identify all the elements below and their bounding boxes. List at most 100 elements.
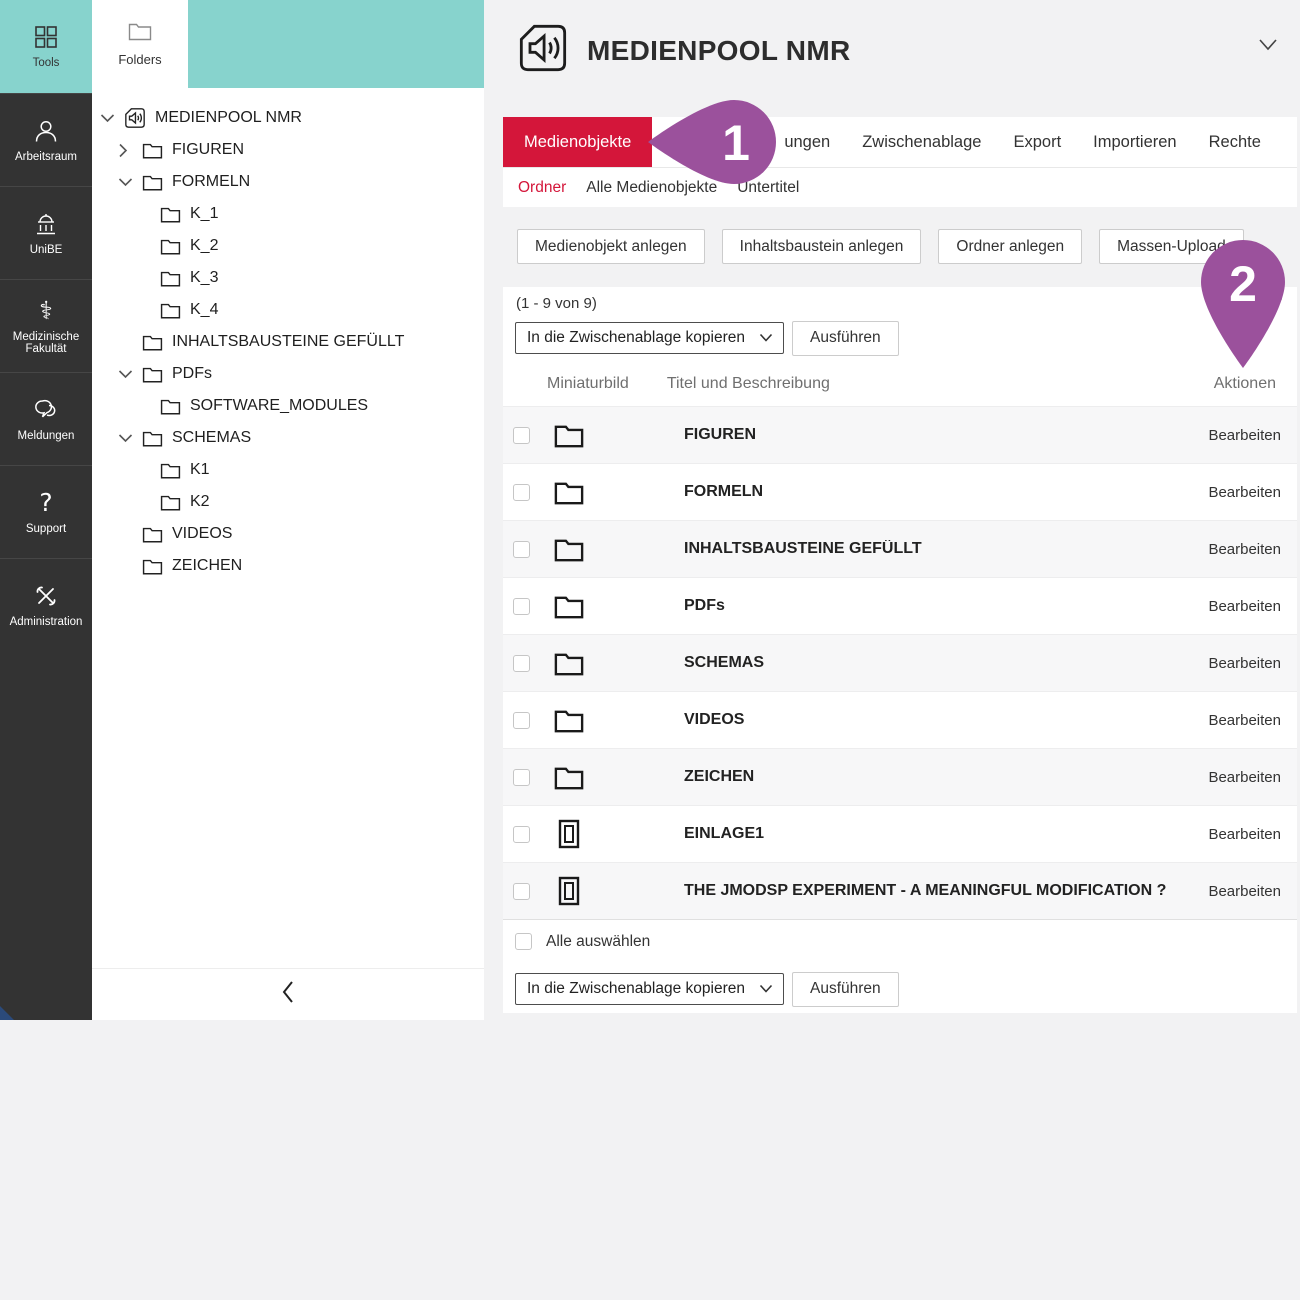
execute-button[interactable]: Ausführen (792, 321, 899, 356)
tab-partially-hidden[interactable]: ungen (784, 117, 830, 167)
subtab-ordner[interactable]: Ordner (518, 179, 566, 197)
tree-item-k_3[interactable]: K_3 (92, 262, 484, 294)
chevron-down-icon (759, 980, 773, 998)
bulk-action-selected-value: In die Zwischenablage kopieren (527, 980, 745, 998)
bulk-action-toolbar-bottom: In die Zwischenablage kopieren Ausführen (503, 963, 1297, 1015)
tree-item-label: K_2 (190, 237, 218, 255)
tree-item-schemas[interactable]: SCHEMAS (92, 422, 484, 454)
edit-link[interactable]: Bearbeiten (1208, 541, 1281, 558)
table-row: FIGUREN Bearbeiten (503, 406, 1297, 463)
execute-button[interactable]: Ausführen (792, 972, 899, 1007)
tree-item-k1[interactable]: K1 (92, 454, 484, 486)
edit-link[interactable]: Bearbeiten (1208, 769, 1281, 786)
folder-icon (553, 537, 585, 562)
chevron-down-icon[interactable] (1258, 38, 1278, 56)
rail-item-administration[interactable]: Administration (0, 558, 92, 651)
row-checkbox[interactable] (513, 883, 530, 900)
rail-item-meldungen[interactable]: Meldungen (0, 372, 92, 465)
tree-item-pdfs[interactable]: PDFs (92, 358, 484, 390)
tab-folders[interactable]: Folders (92, 0, 188, 88)
tree-item-k2[interactable]: K2 (92, 486, 484, 518)
folder-icon (553, 480, 585, 505)
tree-item-label: INHALTSBAUSTEINE GEFÜLLT (172, 333, 404, 351)
tree-item-videos[interactable]: VIDEOS (92, 518, 484, 550)
select-all-row: Alle auswählen (503, 919, 1297, 963)
table-row: SCHEMAS Bearbeiten (503, 634, 1297, 691)
folder-icon (553, 651, 585, 676)
subtab-bar: Ordner Alle Medienobjekte Untertitel (503, 167, 1297, 207)
chevron-down-icon[interactable] (118, 177, 142, 187)
tree-item-k_1[interactable]: K_1 (92, 198, 484, 230)
tab-label: Rechte (1209, 133, 1261, 152)
tree-item-k_4[interactable]: K_4 (92, 294, 484, 326)
edit-link[interactable]: Bearbeiten (1208, 826, 1281, 843)
tree-item-software-modules[interactable]: SOFTWARE_MODULES (92, 390, 484, 422)
folders-tab-label: Folders (118, 52, 161, 67)
tree-item-label: K_3 (190, 269, 218, 287)
rail-item-tools[interactable]: Tools (0, 0, 92, 93)
tree-item-label: PDFs (172, 365, 212, 383)
result-count: (1 - 9 von 9) (516, 295, 597, 312)
row-title: VIDEOS (684, 711, 1208, 729)
chevron-down-icon[interactable] (118, 433, 142, 443)
column-header-titel: Titel und Beschreibung (667, 375, 1214, 393)
rail-item-unibe[interactable]: UniBE (0, 186, 92, 279)
rail-item-arbeitsraum[interactable]: Arbeitsraum (0, 93, 92, 186)
rail-item-label: Support (26, 523, 66, 535)
folder-icon (160, 462, 181, 479)
tree-item-zeichen[interactable]: ZEICHEN (92, 550, 484, 582)
tree-item-k_2[interactable]: K_2 (92, 230, 484, 262)
rail-item-label: Arbeitsraum (15, 151, 77, 163)
edit-link[interactable]: Bearbeiten (1208, 427, 1281, 444)
row-checkbox[interactable] (513, 541, 530, 558)
chevron-down-icon[interactable] (100, 113, 124, 123)
rail-item-medizinische-fakultaet[interactable]: ⚕ Medizinische Fakultät (0, 279, 92, 372)
edit-link[interactable]: Bearbeiten (1208, 598, 1281, 615)
rail-item-support[interactable]: ? Support (0, 465, 92, 558)
person-icon (33, 118, 59, 144)
folder-icon (160, 206, 181, 223)
create-folder-button[interactable]: Ordner anlegen (938, 229, 1082, 264)
tab-bar: Medienobjekte ungen Zwischenablage Expor… (503, 117, 1297, 167)
rail-corner-accent (0, 1006, 14, 1020)
row-checkbox[interactable] (513, 769, 530, 786)
tab-rechte[interactable]: Rechte (1209, 117, 1261, 167)
edit-link[interactable]: Bearbeiten (1208, 484, 1281, 501)
row-checkbox[interactable] (513, 655, 530, 672)
edit-link[interactable]: Bearbeiten (1208, 655, 1281, 672)
row-checkbox[interactable] (513, 598, 530, 615)
tree-item-formeln[interactable]: FORMELN (92, 166, 484, 198)
tab-importieren[interactable]: Importieren (1093, 117, 1176, 167)
tree-item-inhaltsbausteine-gefuellt[interactable]: INHALTSBAUSTEINE GEFÜLLT (92, 326, 484, 358)
table-row: ZEICHEN Bearbeiten (503, 748, 1297, 805)
result-count-row: (1 - 9 von 9) (503, 287, 1297, 315)
rail-item-label: Medizinische Fakultät (4, 331, 88, 355)
marker-pin-left-icon (646, 92, 780, 192)
bulk-action-select[interactable]: In die Zwischenablage kopieren (515, 322, 784, 354)
create-media-object-button[interactable]: Medienobjekt anlegen (517, 229, 705, 264)
tree-item-medienpool-nmr[interactable]: MEDIENPOOL NMR (92, 102, 484, 134)
row-title: EINLAGE1 (684, 825, 1208, 843)
create-content-block-button[interactable]: Inhaltsbaustein anlegen (722, 229, 922, 264)
document-icon (553, 876, 585, 906)
row-checkbox[interactable] (513, 484, 530, 501)
row-checkbox[interactable] (513, 427, 530, 444)
edit-link[interactable]: Bearbeiten (1208, 712, 1281, 729)
annotation-marker-1: 1 (646, 92, 780, 192)
chevron-down-icon[interactable] (118, 369, 142, 379)
row-checkbox[interactable] (513, 826, 530, 843)
row-checkbox[interactable] (513, 712, 530, 729)
edit-link[interactable]: Bearbeiten (1208, 883, 1281, 900)
folder-icon (160, 238, 181, 255)
bulk-action-select[interactable]: In die Zwischenablage kopieren (515, 973, 784, 1005)
folder-icon (128, 21, 152, 44)
annotation-marker-2: 2 (1193, 238, 1293, 368)
column-header-miniaturbild: Miniaturbild (547, 375, 629, 393)
tab-zwischenablage[interactable]: Zwischenablage (862, 117, 981, 167)
collapse-panel-button[interactable] (92, 968, 484, 1020)
tab-export[interactable]: Export (1013, 117, 1061, 167)
select-all-checkbox[interactable] (515, 933, 532, 950)
chevron-right-icon[interactable] (118, 143, 142, 158)
tab-medienobjekte[interactable]: Medienobjekte (503, 117, 652, 167)
tree-item-figuren[interactable]: FIGUREN (92, 134, 484, 166)
